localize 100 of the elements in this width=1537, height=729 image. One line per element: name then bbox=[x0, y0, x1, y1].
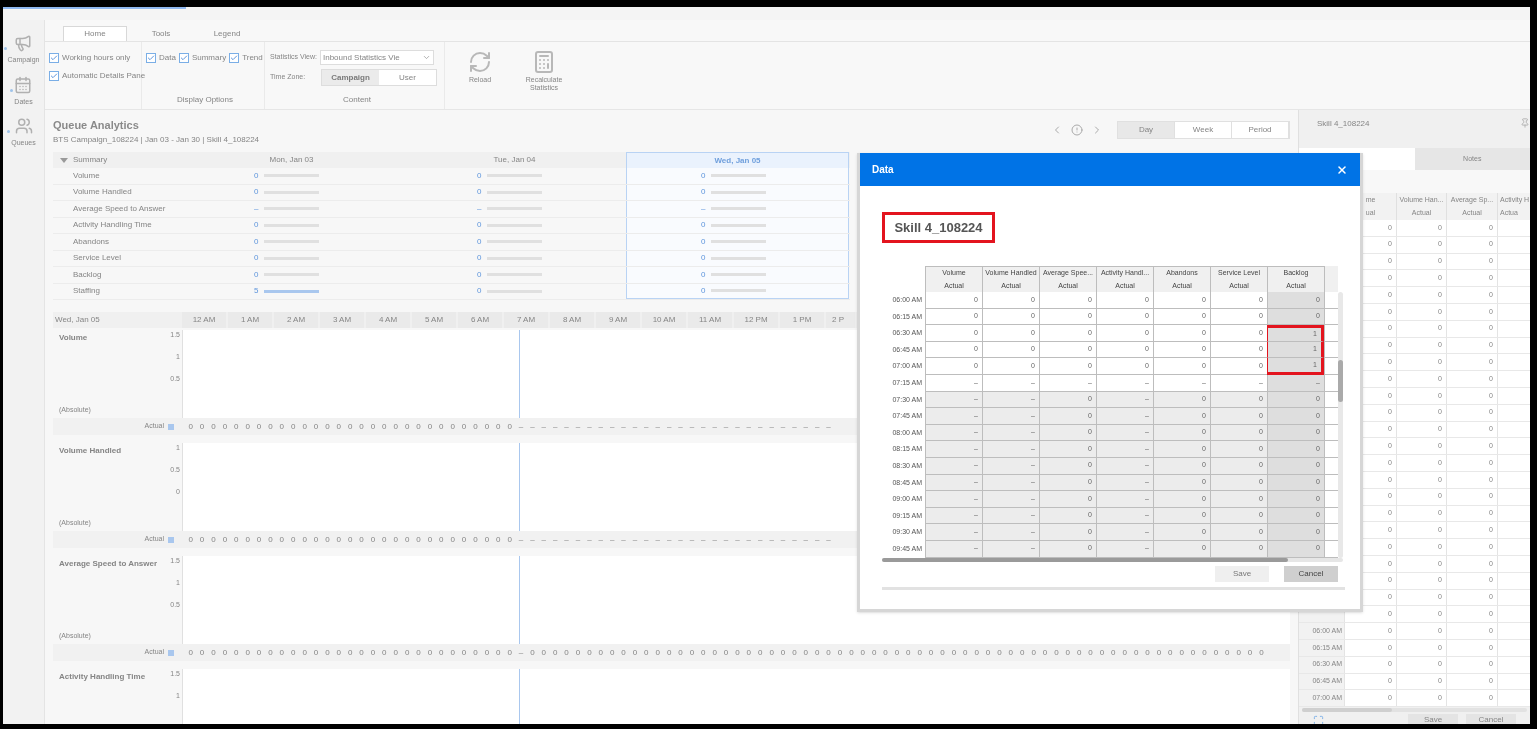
statistics-view-dropdown[interactable]: Inbound Statistics Vie bbox=[319, 50, 434, 65]
actual-value: 0 bbox=[426, 646, 434, 659]
actual-value: 0 bbox=[893, 646, 901, 659]
checkbox[interactable] bbox=[49, 53, 59, 63]
table-cell bbox=[1324, 408, 1338, 425]
ribbon-tab[interactable]: Legend bbox=[195, 26, 259, 41]
calculator-icon bbox=[532, 50, 556, 74]
chart-title: Average Speed to Answer bbox=[59, 559, 159, 569]
row-label: Volume Handled bbox=[72, 186, 133, 199]
hour-header: 10 AM bbox=[642, 312, 686, 328]
pin-icon[interactable] bbox=[1520, 118, 1530, 128]
actual-value: 0 bbox=[825, 646, 832, 659]
checkbox[interactable] bbox=[178, 53, 189, 63]
ribbon-tab[interactable]: Home bbox=[63, 26, 127, 41]
actual-value: 0 bbox=[267, 646, 274, 659]
chart-title: Activity Handling Time bbox=[59, 672, 147, 682]
actual-value: – bbox=[722, 420, 730, 433]
actual-value: 0 bbox=[688, 646, 696, 659]
actual-value: 0 bbox=[1235, 646, 1242, 659]
actual-value: – bbox=[654, 533, 661, 546]
actual-value: 0 bbox=[1041, 646, 1049, 659]
summary-value: 0 bbox=[254, 252, 260, 265]
hour-header: 5 AM bbox=[412, 312, 456, 328]
actual-value: 0 bbox=[905, 646, 912, 659]
hour-header: 9 AM bbox=[596, 312, 640, 328]
group-label: Display Options bbox=[177, 94, 233, 106]
actual-value: 0 bbox=[711, 646, 718, 659]
calendar-icon[interactable] bbox=[14, 75, 33, 94]
triangle-icon[interactable] bbox=[60, 157, 68, 163]
summary-value: 0 bbox=[477, 252, 483, 265]
row-label: Staffing bbox=[72, 285, 101, 298]
actual-value: – bbox=[791, 533, 798, 546]
summary-value: 0 bbox=[477, 219, 483, 232]
expand-icon[interactable] bbox=[1313, 714, 1324, 724]
period-tab[interactable]: Period bbox=[1232, 122, 1289, 138]
actual-value: 0 bbox=[449, 646, 456, 659]
actual-value: – bbox=[825, 533, 832, 546]
table-cell bbox=[1324, 358, 1338, 375]
actual-value: 0 bbox=[791, 646, 798, 659]
table-cell bbox=[1324, 292, 1338, 309]
legend-swatch bbox=[168, 423, 174, 430]
actual-value: 0 bbox=[403, 533, 411, 546]
actual-value: 0 bbox=[460, 646, 468, 659]
page-title: Queue Analytics bbox=[53, 118, 140, 133]
ribbon-tab[interactable]: Tools bbox=[129, 26, 193, 41]
actual-value: – bbox=[563, 420, 570, 433]
actual-value: 0 bbox=[346, 420, 354, 433]
period-tab[interactable]: Week bbox=[1175, 122, 1232, 138]
actual-value: 0 bbox=[802, 646, 809, 659]
dialog-button[interactable]: Save bbox=[1215, 565, 1269, 582]
actual-value: – bbox=[677, 420, 684, 433]
checkbox[interactable] bbox=[229, 53, 240, 63]
actual-value: – bbox=[745, 533, 753, 546]
actual-value: – bbox=[711, 533, 718, 546]
actual-value: 0 bbox=[1098, 646, 1106, 659]
checkbox[interactable] bbox=[49, 71, 59, 81]
summary-value: 0 bbox=[254, 268, 260, 281]
day-header: Wed, Jan 05 bbox=[626, 152, 849, 168]
hour-header: 2 AM bbox=[274, 312, 318, 328]
actual-value: 0 bbox=[324, 420, 331, 433]
actual-value: 0 bbox=[369, 533, 377, 546]
row-label: Volume bbox=[72, 169, 101, 182]
actual-value: 0 bbox=[540, 646, 548, 659]
actual-value: – bbox=[540, 420, 548, 433]
actual-value: – bbox=[529, 420, 536, 433]
period-tab[interactable]: Day bbox=[1118, 122, 1175, 138]
summary-value: 0 bbox=[701, 252, 707, 265]
actual-value: 0 bbox=[198, 533, 206, 546]
actual-value: – bbox=[779, 420, 787, 433]
actual-value: 0 bbox=[1224, 646, 1231, 659]
close-icon[interactable] bbox=[1336, 163, 1348, 176]
actual-value: 0 bbox=[415, 420, 422, 433]
actual-value: 0 bbox=[210, 420, 217, 433]
actual-value: 0 bbox=[449, 420, 456, 433]
actual-value: 0 bbox=[700, 646, 707, 659]
chevron-down-icon bbox=[421, 53, 431, 62]
legend-swatch bbox=[168, 536, 174, 543]
dialog-button[interactable]: Cancel bbox=[1284, 565, 1338, 582]
panel-button[interactable]: Save bbox=[1408, 714, 1458, 724]
alert-circle-icon[interactable] bbox=[1071, 124, 1083, 136]
panel-button[interactable]: Cancel bbox=[1466, 714, 1516, 724]
actual-value: 0 bbox=[996, 646, 1003, 659]
actual-value: 0 bbox=[631, 646, 639, 659]
actual-value: 0 bbox=[506, 533, 513, 546]
people-icon[interactable] bbox=[14, 117, 33, 135]
actual-value: 0 bbox=[495, 420, 502, 433]
megaphone-icon[interactable] bbox=[14, 34, 33, 52]
actual-value: 0 bbox=[198, 420, 206, 433]
checkbox[interactable] bbox=[146, 53, 156, 63]
actual-value: 0 bbox=[210, 533, 217, 546]
actual-value: 0 bbox=[1178, 646, 1185, 659]
time-zone-option[interactable]: Campaign bbox=[322, 70, 379, 85]
actual-value: 0 bbox=[813, 646, 821, 659]
actual-value: 0 bbox=[324, 646, 331, 659]
summary-value: – bbox=[477, 202, 483, 215]
summary-value: 0 bbox=[701, 186, 707, 199]
actual-value: 0 bbox=[346, 533, 354, 546]
actual-value: 0 bbox=[244, 420, 251, 433]
actual-value: 0 bbox=[848, 646, 855, 659]
actual-value: 0 bbox=[757, 646, 764, 659]
